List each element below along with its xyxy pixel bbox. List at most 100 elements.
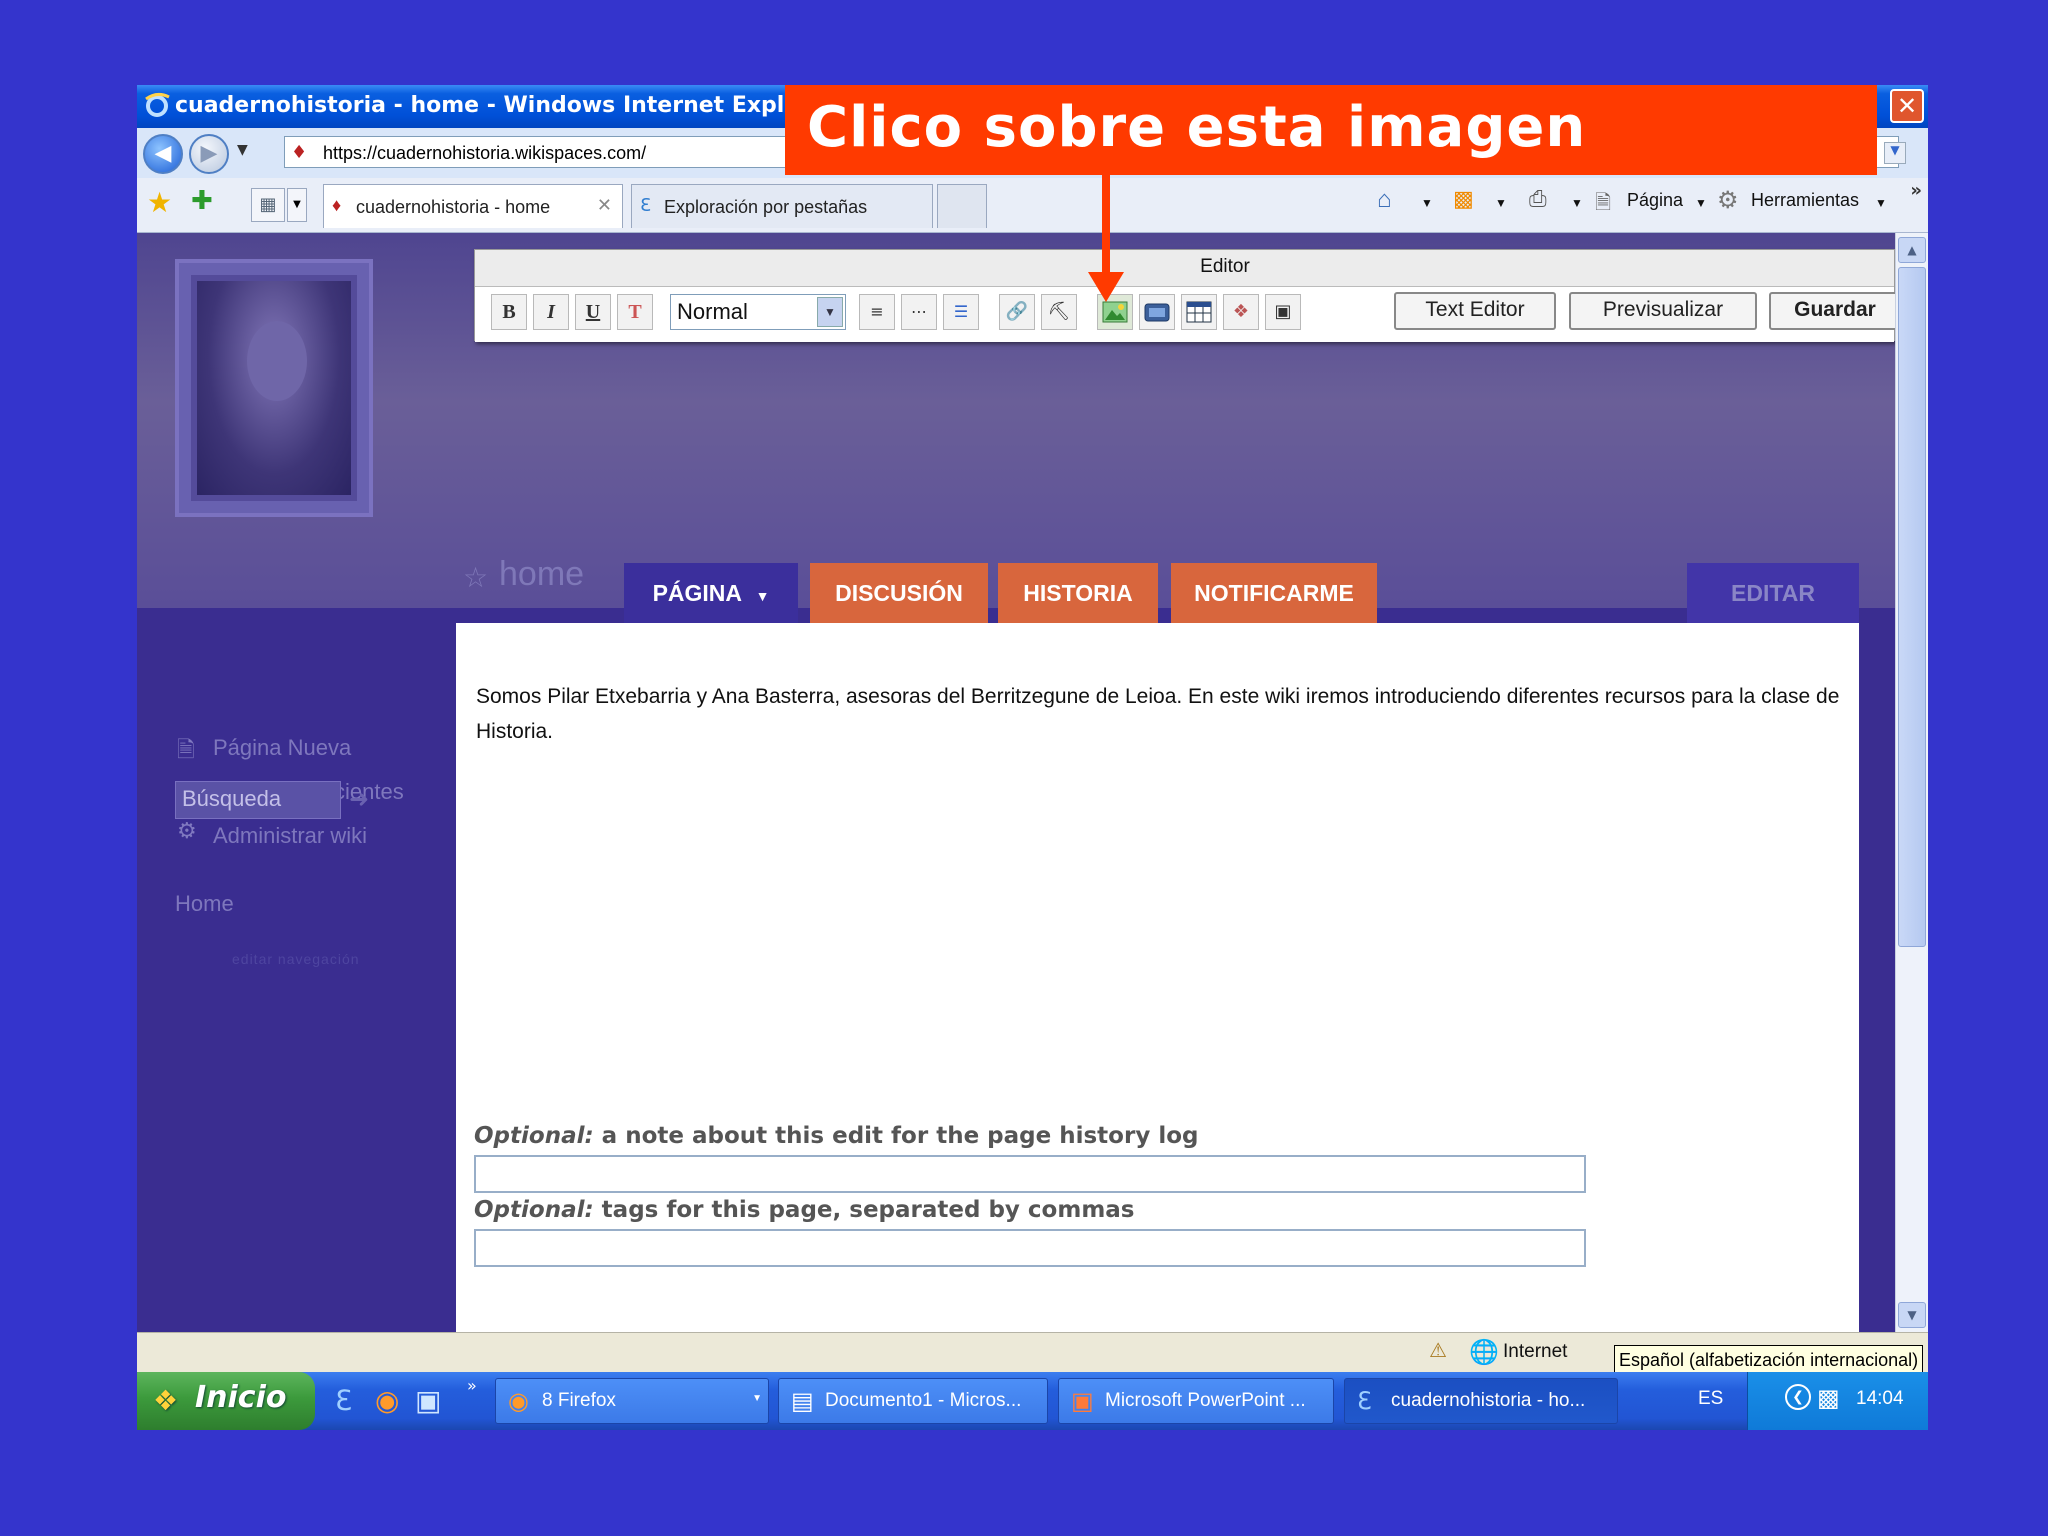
search-go-arrow-icon[interactable]: ➜ (349, 785, 369, 813)
show-hidden-icons-icon[interactable]: ❮ (1785, 1384, 1811, 1410)
sidebar-item-new-page[interactable]: Página Nueva (213, 735, 351, 761)
window-title: cuadernohistoria - home - Windows Intern… (175, 93, 837, 118)
link-icon[interactable]: 🔗 (999, 294, 1035, 330)
forward-button[interactable]: ▶ (189, 134, 229, 174)
word-icon: ▤ (791, 1388, 814, 1415)
wiki-page: Editor B I U T Normal ▼ ≡ ⋯ ☰ 🔗 ⛏ ❖ ▣ Te… (137, 233, 1895, 1332)
tab-historia[interactable]: HISTORIA (998, 563, 1158, 623)
ie-icon: ℇ (1357, 1388, 1372, 1415)
quicklaunch-more-icon[interactable]: » (467, 1376, 477, 1395)
back-button[interactable]: ◀ (143, 134, 183, 174)
xp-screen: cuadernohistoria - home - Windows Intern… (137, 85, 1928, 1430)
history-note-input[interactable] (474, 1155, 1586, 1193)
feeds-icon[interactable]: ▩ (1453, 186, 1474, 212)
tab-discusion[interactable]: DISCUSIÓN (810, 563, 988, 623)
print-icon[interactable]: ⎙ (1529, 186, 1547, 212)
insert-table-icon[interactable] (1181, 294, 1217, 330)
home-dropdown-icon[interactable]: ▼ (1421, 196, 1433, 210)
feeds-dropdown-icon[interactable]: ▼ (1495, 196, 1507, 210)
scroll-up-icon[interactable]: ▲ (1898, 237, 1926, 263)
favorites-star-icon[interactable]: ★ (147, 186, 172, 219)
history-note-label: Optional: a note about this edit for the… (474, 1123, 1198, 1149)
task-ie[interactable]: ℇ cuadernohistoria - ho... (1344, 1378, 1618, 1424)
new-tab-button[interactable] (937, 184, 987, 228)
text-editor-button[interactable]: Text Editor (1394, 292, 1556, 330)
page-menu-icon: 🗎 (1595, 192, 1612, 214)
sidebar-item-manage-wiki[interactable]: Administrar wiki (213, 823, 367, 849)
chevron-down-icon: ▼ (752, 1393, 762, 1404)
chevron-down-icon: ▼ (817, 297, 843, 327)
editor-content-area[interactable]: Somos Pilar Etxebarria y Ana Basterra, a… (456, 623, 1859, 1332)
add-favorites-icon[interactable]: ✚ (191, 186, 213, 216)
history-note-text: a note about this edit for the page hist… (593, 1123, 1199, 1149)
insert-widget-icon[interactable]: ❖ (1223, 294, 1259, 330)
unlink-icon[interactable]: ⛏ (1041, 294, 1077, 330)
task-label: 8 Firefox (542, 1390, 616, 1411)
task-powerpoint[interactable]: ▣ Microsoft PowerPoint ... (1058, 1378, 1334, 1424)
search-input[interactable]: Búsqueda (175, 781, 341, 819)
task-label: cuadernohistoria - ho... (1391, 1390, 1586, 1411)
preview-button[interactable]: Previsualizar (1569, 292, 1757, 330)
page-body-text[interactable]: Somos Pilar Etxebarria y Ana Basterra, a… (476, 679, 1846, 749)
tab-exploracion[interactable]: ℇ Exploración por pestañas (631, 184, 933, 228)
address-url[interactable]: https://cuadernohistoria.wikispaces.com/ (323, 143, 646, 164)
input-language[interactable]: ES (1698, 1388, 1723, 1410)
page-menu[interactable]: Página (1627, 190, 1683, 211)
tab-pagina[interactable]: PÁGINA ▼ (624, 563, 798, 623)
tab-notificarme[interactable]: NOTIFICARME (1171, 563, 1377, 623)
close-tab-icon[interactable]: ✕ (597, 195, 612, 216)
star-icon[interactable]: ☆ (463, 561, 488, 594)
network-icon[interactable]: ▩ (1817, 1384, 1840, 1412)
firefox-icon[interactable]: ◉ (375, 1384, 399, 1417)
tags-input[interactable] (474, 1229, 1586, 1267)
scroll-thumb[interactable] (1898, 267, 1926, 947)
page-dropdown-icon[interactable]: ▼ (1695, 196, 1707, 210)
tab-editar[interactable]: EDITAR (1687, 563, 1859, 623)
site-favicon-icon: ♦ (291, 142, 308, 163)
insert-media-icon[interactable] (1139, 294, 1175, 330)
home-icon[interactable]: ⌂ (1377, 186, 1392, 214)
edit-navigation-link[interactable]: editar navegación (232, 951, 360, 967)
sidebar-item-home[interactable]: Home (175, 891, 234, 917)
more-commands-icon[interactable]: » (1910, 180, 1922, 201)
recent-pages-dropdown-icon[interactable]: ▼ (237, 142, 248, 158)
ie-icon[interactable]: ℇ (335, 1384, 352, 1417)
italic-button[interactable]: I (533, 294, 569, 330)
tab-list-dropdown-icon[interactable]: ▼ (287, 188, 307, 222)
new-page-icon: 🗎 (177, 738, 195, 763)
bulleted-list-icon[interactable]: ⋯ (901, 294, 937, 330)
tools-menu[interactable]: Herramientas (1751, 190, 1859, 211)
ie-icon: ℇ (640, 195, 652, 215)
print-dropdown-icon[interactable]: ▼ (1571, 196, 1583, 210)
globe-icon: 🌐 (1469, 1338, 1499, 1366)
clear-format-icon[interactable]: T (617, 294, 653, 330)
taskbar: ❖ Inicio ℇ ◉ ▣ » ◉ 8 Firefox ▼ ▤ Documen… (137, 1372, 1928, 1430)
desktop-icon[interactable]: ▣ (415, 1384, 441, 1417)
save-button[interactable]: Guardar (1769, 292, 1895, 330)
numbered-list-icon[interactable]: ≡ (859, 294, 895, 330)
start-button[interactable]: ❖ Inicio (137, 1372, 315, 1430)
security-zone[interactable]: Internet (1503, 1341, 1567, 1363)
task-label: Documento1 - Micros... (825, 1390, 1022, 1411)
bold-button[interactable]: B (491, 294, 527, 330)
task-firefox[interactable]: ◉ 8 Firefox ▼ (495, 1378, 769, 1424)
editor-button-bar: B I U T Normal ▼ ≡ ⋯ ☰ 🔗 ⛏ ❖ ▣ Text Edit… (475, 286, 1895, 342)
quick-tabs-icon[interactable]: ▦ (251, 188, 285, 222)
horizontal-rule-icon[interactable]: ☰ (943, 294, 979, 330)
scroll-down-icon[interactable]: ▼ (1898, 1302, 1926, 1328)
optional-prefix: Optional: (474, 1123, 594, 1149)
insert-special-icon[interactable]: ▣ (1265, 294, 1301, 330)
optional-prefix: Optional: (474, 1197, 594, 1223)
annotation-callout: Clico sobre esta imagen (785, 85, 1877, 175)
tab-cuadernohistoria[interactable]: ♦ cuadernohistoria - home ✕ (323, 184, 623, 228)
tab-pagina-label: PÁGINA (652, 580, 742, 606)
firefox-icon: ◉ (508, 1388, 529, 1415)
vertical-scrollbar[interactable]: ▲ ▼ (1895, 233, 1928, 1332)
format-select[interactable]: Normal ▼ (670, 294, 846, 330)
underline-button[interactable]: U (575, 294, 611, 330)
window-close-button[interactable]: ✕ (1890, 89, 1924, 123)
task-word[interactable]: ▤ Documento1 - Micros... (778, 1378, 1048, 1424)
start-label: Inicio (195, 1380, 287, 1415)
tools-dropdown-icon[interactable]: ▼ (1875, 196, 1887, 210)
search-dropdown-icon[interactable]: ▼ (1884, 142, 1906, 164)
